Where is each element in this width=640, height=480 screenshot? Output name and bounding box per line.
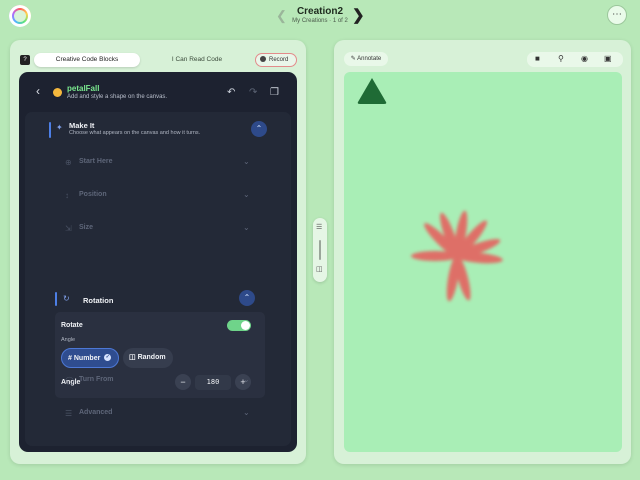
- make-it-section[interactable]: ✦ Make It Choose what appears on the can…: [25, 112, 291, 152]
- section-label: Advanced: [79, 409, 113, 416]
- top-bar: ❮ Creation2 My Creations · 1 of 2 ❯ ⋯: [0, 0, 640, 34]
- rotate-icon: ↻: [63, 294, 70, 303]
- record-button[interactable]: Record: [255, 53, 297, 67]
- shape-color-swatch[interactable]: [53, 88, 62, 97]
- annotate-button[interactable]: ✎ Annotate: [344, 52, 388, 66]
- app-logo-icon[interactable]: [9, 5, 31, 27]
- copy-icon[interactable]: ❐: [270, 87, 279, 98]
- chevron-up-icon[interactable]: ⌃: [239, 290, 255, 306]
- angle-sub-label: Angle: [61, 337, 76, 343]
- drag-line[interactable]: [319, 240, 321, 260]
- chevron-down-icon[interactable]: ⌄: [243, 408, 250, 417]
- section-size[interactable]: ⇲ Size ⌄: [25, 214, 291, 244]
- redo-icon[interactable]: ↷: [249, 87, 257, 98]
- dice-icon: ◫: [129, 354, 136, 361]
- chevron-up-icon[interactable]: ⌃: [251, 121, 267, 137]
- random-option-label: Random: [137, 354, 166, 361]
- chevron-down-icon[interactable]: ⌄: [243, 190, 250, 199]
- block-app-icon[interactable]: ?: [20, 55, 30, 65]
- record-icon: [260, 55, 266, 62]
- section-start-here[interactable]: ⊕ Start Here ⌄: [25, 148, 291, 178]
- section-label: Turn From: [79, 376, 114, 383]
- petal-flower-shape[interactable]: [344, 72, 622, 452]
- resize-icon: ⇲: [65, 224, 72, 233]
- canvas-toolbar: ■ ⚲ ◉ ▣: [527, 52, 623, 67]
- stop-icon[interactable]: ■: [535, 54, 540, 63]
- block-name[interactable]: petalFall: [67, 84, 99, 93]
- number-option-label: Number: [73, 355, 101, 362]
- section-label: Position: [79, 191, 107, 198]
- crosshair-icon: ⊕: [65, 158, 72, 167]
- section-advanced[interactable]: ☰ Advanced ⌄: [25, 399, 291, 429]
- pivot-icon: ◯: [65, 376, 74, 385]
- section-accent: [49, 122, 51, 138]
- ellipsis-icon[interactable]: ⋯: [607, 5, 627, 25]
- move-icon: ↕: [65, 191, 69, 200]
- zoom-icon[interactable]: ⚲: [558, 54, 564, 63]
- layers-icon[interactable]: ☰: [316, 223, 322, 231]
- drawing-canvas[interactable]: [344, 72, 622, 452]
- make-it-title: Make It: [69, 121, 95, 130]
- tab-i-can-read-code[interactable]: I Can Read Code: [144, 53, 250, 67]
- document-title: Creation2: [296, 6, 344, 17]
- check-icon: ✓: [104, 354, 112, 362]
- block-description: Add and style a shape on the canvas.: [67, 94, 168, 100]
- tab-creative-code-blocks[interactable]: Creative Code Blocks: [34, 53, 140, 67]
- annotate-label: Annotate: [357, 56, 382, 62]
- canvas-panel: ✎ Annotate ■ ⚲ ◉ ▣: [334, 40, 631, 464]
- chevron-down-icon[interactable]: ⌄: [243, 375, 250, 384]
- sliders-icon: ☰: [65, 409, 73, 418]
- chevron-down-icon[interactable]: ⌄: [243, 157, 250, 166]
- document-subtitle: My Creations · 1 of 2: [292, 18, 348, 24]
- hash-icon: #: [68, 355, 72, 362]
- block-header: ‹ petalFall Add and style a shape on the…: [19, 72, 297, 112]
- document-title-area: Creation2 My Creations · 1 of 2: [280, 6, 360, 24]
- chevron-right-icon[interactable]: ❯: [352, 6, 365, 24]
- section-position[interactable]: ↕ Position ⌄: [25, 181, 291, 211]
- section-accent: [55, 292, 57, 306]
- make-it-description: Choose what appears on the canvas and ho…: [69, 130, 201, 136]
- undo-icon[interactable]: ↶: [227, 87, 235, 98]
- section-turn-from[interactable]: ◯ Turn From ⌄: [25, 366, 291, 396]
- chevron-down-icon[interactable]: ⌄: [243, 223, 250, 232]
- rotate-toggle[interactable]: [227, 320, 251, 331]
- rotate-label: Rotate: [61, 322, 83, 329]
- back-arrow-icon[interactable]: ‹: [36, 84, 40, 98]
- gallery-icon[interactable]: ▣: [604, 54, 612, 63]
- record-label: Record: [269, 57, 289, 63]
- block-sections: ✦ Make It Choose what appears on the can…: [25, 112, 291, 446]
- rotation-title: Rotation: [83, 296, 114, 305]
- camera-icon[interactable]: ◉: [581, 54, 588, 63]
- section-label: Size: [79, 224, 94, 231]
- wand-icon: ✦: [56, 123, 63, 132]
- section-label: Start Here: [79, 158, 113, 165]
- block-editor: ‹ petalFall Add and style a shape on the…: [19, 72, 297, 452]
- panel-divider-handle[interactable]: ☰ ◫: [313, 218, 327, 282]
- random-option-button[interactable]: ◫ Random: [123, 348, 173, 368]
- number-option-button[interactable]: # Number ✓: [61, 348, 119, 368]
- pen-icon: ✎: [350, 56, 356, 62]
- panel-icon[interactable]: ◫: [316, 265, 323, 273]
